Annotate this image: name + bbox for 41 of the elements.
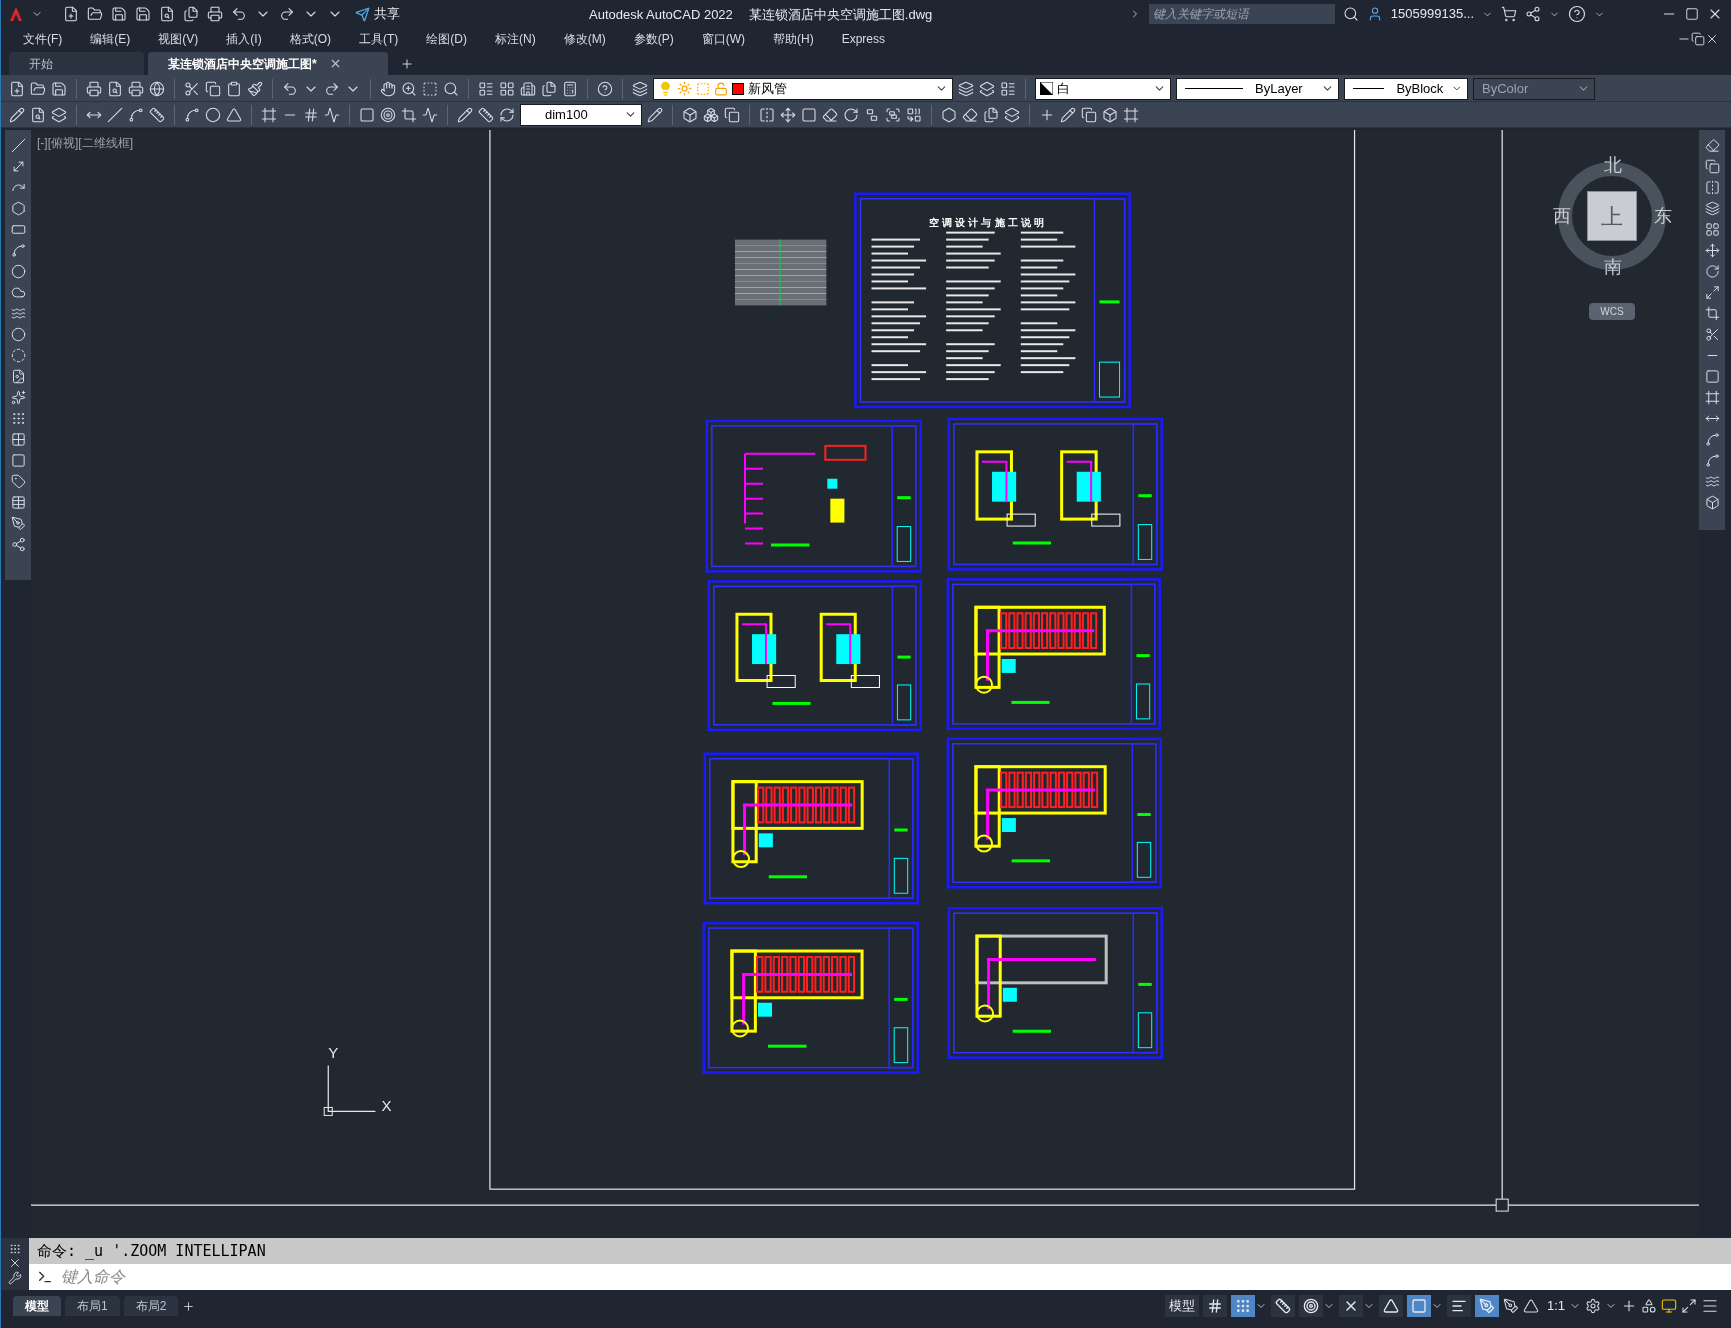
compass-north[interactable]: 北 <box>1604 152 1622 179</box>
wcs-button[interactable]: WCS <box>1589 303 1635 320</box>
app-title: Autodesk AutoCAD 2022 <box>589 6 733 24</box>
x-axis-label: X <box>381 1097 392 1115</box>
menu-item[interactable]: 工具(T) <box>349 30 409 48</box>
layer-dropdown[interactable]: 新风管 <box>653 77 953 100</box>
sheet-title: 空调设计与施工说明 <box>929 216 1047 228</box>
layout-tab[interactable]: 模型 <box>13 1296 61 1316</box>
menu-item[interactable]: 编辑(E) <box>80 30 141 48</box>
menu-item[interactable]: 修改(M) <box>553 30 616 48</box>
lineweight-dropdown[interactable]: ByBlock <box>1344 77 1468 100</box>
menu-item[interactable]: 绘图(D) <box>416 30 477 48</box>
compass-east[interactable]: 东 <box>1654 203 1672 230</box>
document-tab[interactable]: 开始 <box>9 52 144 75</box>
viewcube-face[interactable]: 上 <box>1587 191 1637 241</box>
menu-item[interactable]: 标注(N) <box>485 30 546 48</box>
layout-tab[interactable]: 布局2 <box>123 1296 179 1316</box>
layout-tab[interactable]: 布局1 <box>65 1296 120 1316</box>
document-title: 某连锁酒店中央空调施工图.dwg <box>748 6 933 24</box>
annotation-scale[interactable]: 1:1 <box>1546 1296 1565 1316</box>
compass-west[interactable]: 西 <box>1553 203 1571 230</box>
y-axis-label: Y <box>328 1043 339 1061</box>
compass-south[interactable]: 南 <box>1604 254 1622 281</box>
viewport-label[interactable]: [-][俯视][二维线框] <box>37 134 133 152</box>
model-space-button[interactable]: 模型 <box>1164 1295 1199 1317</box>
search-field[interactable]: 键入关键字或短语 <box>1148 4 1335 24</box>
command-history: 命令: _u '.ZOOM INTELLIPAN <box>29 1238 1731 1264</box>
share-button[interactable]: 共享 <box>355 4 400 24</box>
linetype-dropdown[interactable]: ByLayer <box>1176 77 1339 100</box>
menu-item[interactable]: 格式(O) <box>279 30 341 48</box>
menu-item[interactable]: 插入(I) <box>216 30 272 48</box>
dimension-style-dropdown[interactable]: dim100 <box>520 103 642 126</box>
document-tab[interactable]: 某连锁酒店中央空调施工图* <box>148 52 388 75</box>
color-dropdown[interactable]: 白 <box>1035 77 1171 100</box>
menu-item[interactable]: 帮助(H) <box>763 30 824 48</box>
menu-item[interactable]: 文件(F) <box>13 30 73 48</box>
user-name[interactable]: 1505999135... <box>1390 4 1474 24</box>
menu-item[interactable]: Express <box>831 30 895 48</box>
menu-item[interactable]: 视图(V) <box>148 30 209 48</box>
menu-item[interactable]: 窗口(W) <box>691 30 755 48</box>
menu-item[interactable]: 参数(P) <box>623 30 684 48</box>
